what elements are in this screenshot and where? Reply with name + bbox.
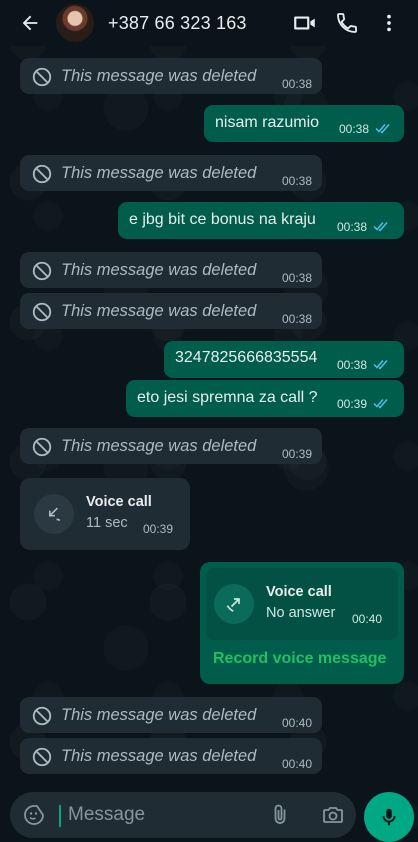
message-time: 00:39 — [282, 447, 313, 461]
video-call-button[interactable] — [284, 0, 326, 46]
deleted-message[interactable]: This message was deleted 00:40 — [20, 697, 322, 733]
contact-avatar[interactable] — [56, 4, 94, 42]
call-title: Voice call — [86, 494, 152, 510]
message-time: 00:40 — [282, 716, 313, 730]
message-text: This message was deleted — [61, 747, 257, 765]
call-title: Voice call — [266, 584, 332, 600]
message-time: 00:39 — [337, 397, 368, 411]
outgoing-call-icon — [226, 598, 240, 612]
message-text: This message was deleted — [61, 67, 257, 85]
microphone-icon — [382, 808, 396, 826]
paperclip-icon[interactable] — [268, 803, 292, 827]
deleted-message[interactable]: This message was deleted 00:39 — [20, 428, 322, 464]
voice-call-button[interactable] — [326, 0, 368, 46]
missed-incoming-call-icon — [49, 507, 61, 522]
ban-icon — [32, 706, 52, 726]
phone-icon — [337, 13, 357, 33]
deleted-message[interactable]: This message was deleted 00:38 — [20, 58, 322, 94]
deleted-message[interactable]: This message was deleted 00:38 — [20, 252, 322, 288]
back-button[interactable] — [12, 0, 48, 46]
ban-icon — [32, 437, 52, 457]
outgoing-message[interactable]: e jbg bit ce bonus na kraju 00:38 — [118, 202, 404, 239]
video-call-icon — [294, 16, 315, 30]
message-time: 00:38 — [339, 122, 370, 136]
ban-icon — [32, 302, 52, 322]
incoming-call-card[interactable]: Voice call 11 sec 00:39 — [20, 478, 190, 550]
more-vertical-icon — [387, 14, 391, 32]
record-voice-message-link[interactable]: Record voice message — [213, 650, 386, 668]
ban-icon — [32, 261, 52, 281]
chat-header: +387 66 323 163 — [0, 0, 418, 46]
message-time: 00:39 — [143, 522, 174, 536]
voice-record-button[interactable] — [364, 792, 414, 842]
contact-name[interactable]: +387 66 323 163 — [108, 13, 247, 34]
message-text: e jbg bit ce bonus na kraju — [129, 211, 316, 228]
message-list[interactable]: This message was deleted 00:38 nisam raz… — [0, 54, 418, 784]
call-status: No answer — [266, 605, 336, 621]
deleted-message[interactable]: This message was deleted 00:38 — [20, 155, 322, 191]
read-ticks-icon — [373, 360, 388, 370]
more-options-button[interactable] — [368, 0, 410, 46]
message-text: This message was deleted — [61, 437, 257, 455]
message-time: 00:38 — [337, 220, 368, 234]
call-icon-circle — [34, 494, 74, 534]
outgoing-message[interactable]: eto jesi spremna za call ? 00:39 — [126, 380, 404, 417]
text-cursor — [59, 805, 61, 827]
message-time: 00:40 — [352, 612, 383, 626]
message-time: 00:38 — [282, 77, 313, 91]
message-time: 00:38 — [282, 271, 313, 285]
read-ticks-icon — [375, 124, 390, 134]
call-icon-circle — [214, 584, 254, 624]
ban-icon — [32, 747, 52, 767]
call-info-box: Voice call No answer 00:40 — [206, 568, 398, 640]
message-input[interactable]: Message — [68, 804, 145, 826]
message-time: 00:38 — [337, 358, 368, 372]
message-text: eto jesi spremna za call ? — [137, 389, 318, 406]
message-text: This message was deleted — [61, 261, 257, 279]
arrow-left-icon — [22, 15, 38, 31]
deleted-message[interactable]: This message was deleted 00:38 — [20, 293, 322, 329]
camera-icon[interactable] — [321, 803, 345, 827]
outgoing-call-card[interactable]: Voice call No answer 00:40 Record voice … — [200, 562, 404, 684]
message-text: This message was deleted — [61, 706, 257, 724]
message-composer[interactable]: Message — [10, 792, 356, 838]
message-time: 00:38 — [282, 174, 313, 188]
outgoing-message[interactable]: nisam razumio 00:38 — [204, 105, 404, 142]
emoji-sticker-icon[interactable] — [22, 803, 46, 827]
read-ticks-icon — [373, 222, 388, 232]
deleted-message[interactable]: This message was deleted 00:40 — [20, 738, 322, 774]
message-text: nisam razumio — [215, 114, 320, 131]
outgoing-message[interactable]: 3247825666835554 00:38 — [164, 341, 404, 378]
call-duration: 11 sec — [86, 515, 128, 531]
message-time: 00:40 — [282, 757, 313, 771]
ban-icon — [32, 67, 52, 87]
message-text: 3247825666835554 — [175, 349, 318, 366]
message-text: This message was deleted — [61, 302, 257, 320]
ban-icon — [32, 164, 52, 184]
message-text: This message was deleted — [61, 164, 257, 182]
message-time: 00:38 — [282, 312, 313, 326]
read-ticks-icon — [373, 399, 388, 409]
